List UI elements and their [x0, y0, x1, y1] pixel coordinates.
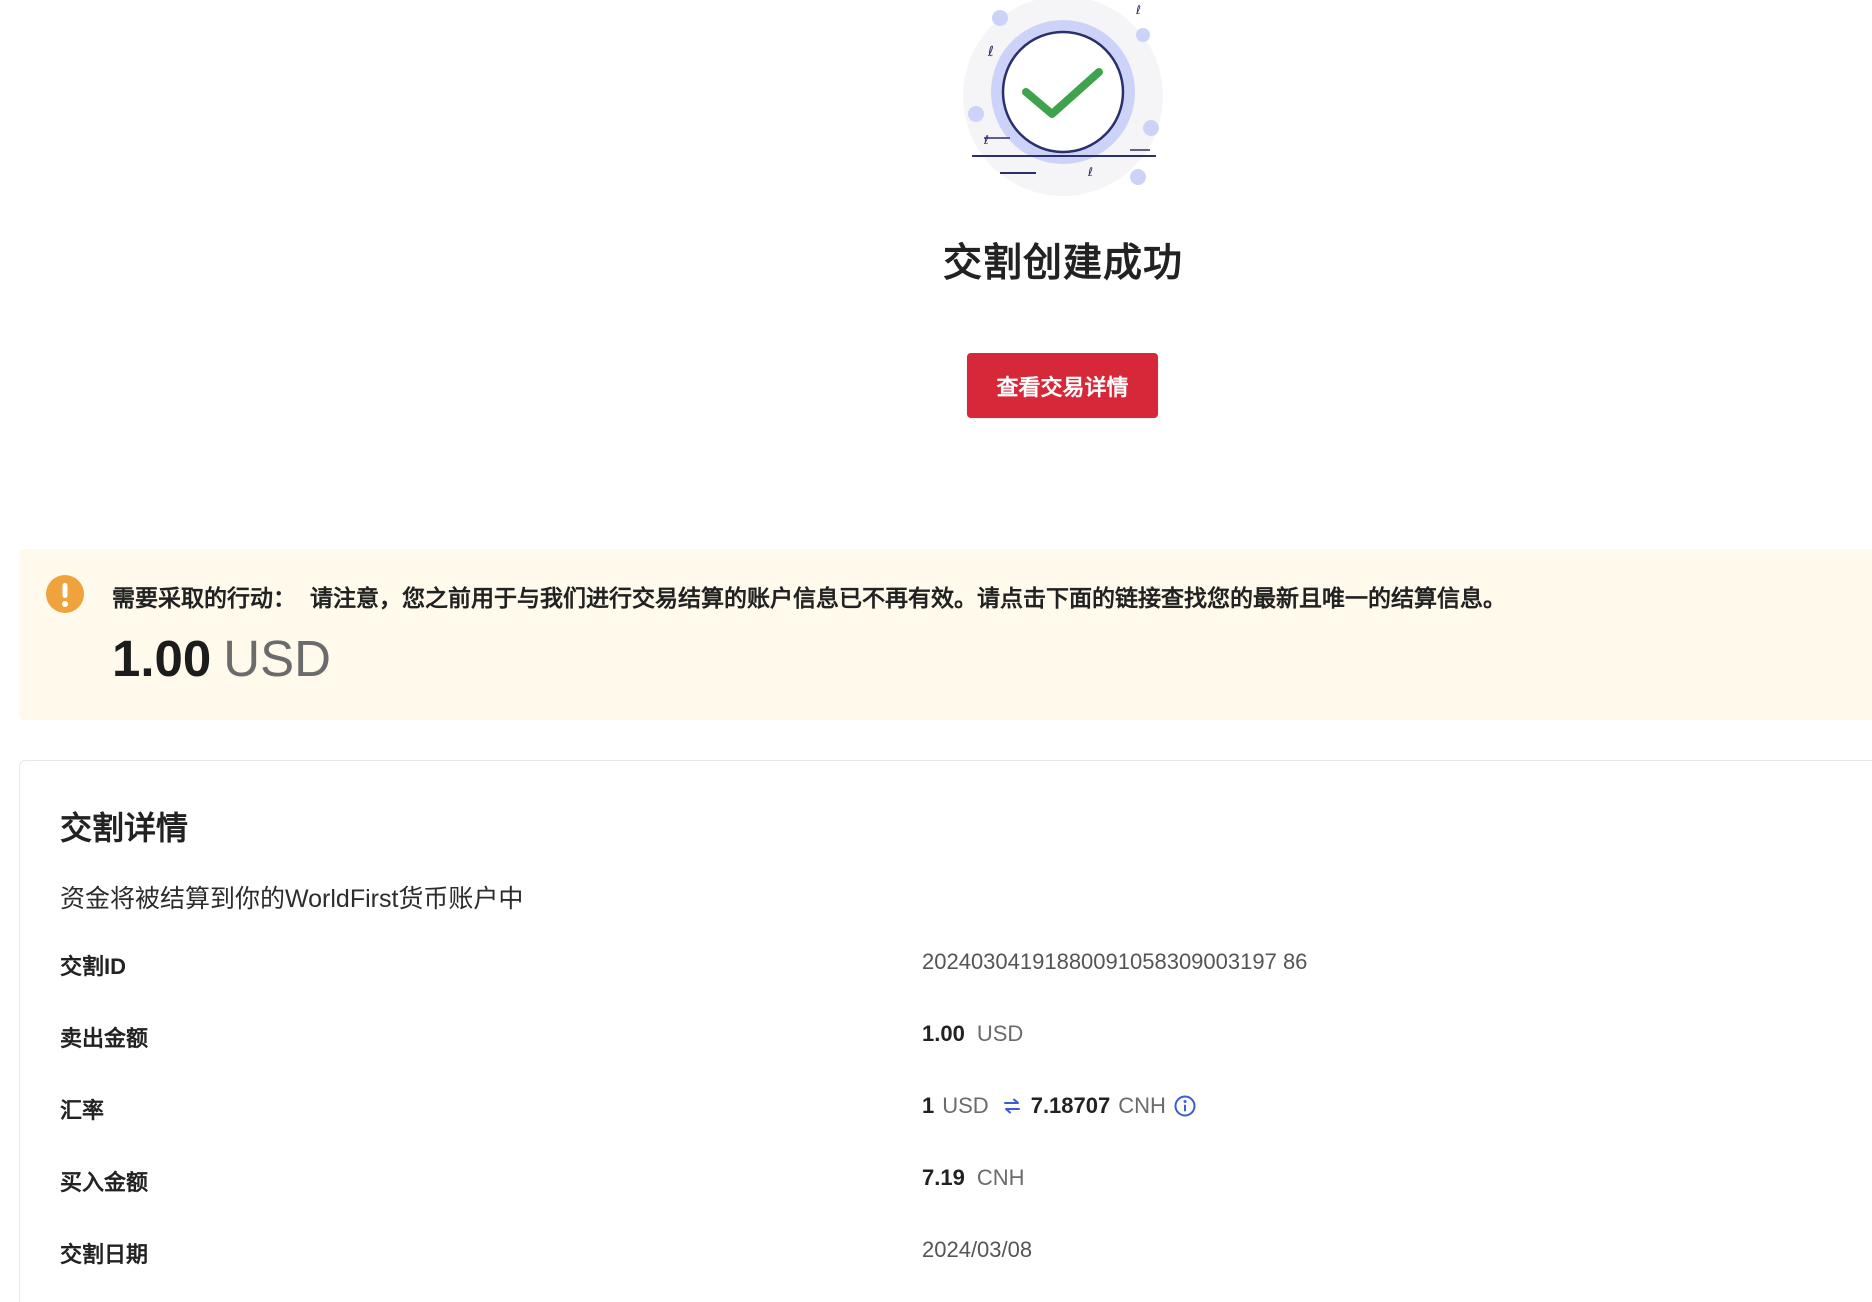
detail-label: 汇率	[60, 1098, 105, 1123]
buy-amount-value: 7.19	[922, 1165, 965, 1190]
rate-from-value: 1	[922, 1093, 935, 1118]
buy-amount-currency: CNH	[976, 1165, 1025, 1190]
detail-label: 交割日期	[60, 1242, 149, 1267]
alert-message: 需要采取的行动： 请注意，您之前用于与我们进行交易结算的账户信息已不再有效。请点击…	[112, 579, 1506, 613]
alert-amount: 1.00 USD	[112, 629, 331, 688]
detail-row-settlement-id: 交割ID 20240304191880091058309003197 86	[60, 949, 1840, 989]
detail-row-date: 交割日期 2024/03/08	[60, 1237, 1840, 1277]
rate-to-value: 7.18707	[1030, 1093, 1111, 1118]
action-required-banner: 需要采取的行动： 请注意，您之前用于与我们进行交易结算的账户信息已不再有效。请点击…	[19, 549, 1872, 720]
sell-amount-value: 1.00	[922, 1021, 965, 1046]
info-icon[interactable]	[1174, 1095, 1196, 1117]
detail-label: 交割ID	[60, 954, 127, 979]
exclamation-icon	[46, 575, 84, 613]
sell-amount-currency: USD	[976, 1021, 1024, 1046]
rate-value-group: 1 USD 7.18707 CNH	[922, 1093, 1196, 1119]
settlement-details-card: 交割详情 资金将被结算到你的WorldFirst货币账户中 交割ID 20240…	[19, 760, 1872, 1302]
svg-text:ℓ: ℓ	[987, 44, 994, 60]
settlement-id-value: 20240304191880091058309003197 86	[922, 949, 1308, 974]
swap-arrows-icon	[1003, 1098, 1021, 1114]
detail-label: 卖出金额	[60, 1026, 149, 1051]
sell-amount-value-group: 1.00 USD	[922, 1021, 1023, 1047]
detail-row-sell-amount: 卖出金额 1.00 USD	[60, 1021, 1840, 1061]
alert-amount-currency: USD	[223, 630, 331, 687]
svg-text:ℓ: ℓ	[1087, 165, 1093, 179]
svg-text:ℓ: ℓ	[1135, 3, 1141, 17]
alert-amount-value: 1.00	[112, 630, 212, 687]
page: ℓ ℓ ℓ ℓ 交割创建成功 查看交易详情 需要采取的行动： 请注意，您之前用于与…	[0, 0, 1872, 1302]
view-transaction-details-button[interactable]: 查看交易详情	[967, 353, 1158, 418]
detail-row-buy-amount: 买入金额 7.19 CNH	[60, 1165, 1840, 1205]
settlement-date-value: 2024/03/08	[922, 1237, 1033, 1262]
alert-label: 需要采取的行动：	[112, 585, 296, 611]
details-title: 交割详情	[60, 810, 189, 846]
svg-text:ℓ: ℓ	[983, 133, 989, 147]
buy-amount-value-group: 7.19 CNH	[922, 1165, 1025, 1191]
page-title: 交割创建成功	[942, 242, 1183, 285]
success-check-icon: ℓ ℓ ℓ ℓ	[963, 0, 1163, 196]
detail-label: 买入金额	[60, 1170, 149, 1195]
rate-from-currency: USD	[942, 1093, 989, 1118]
alert-body: 请注意，您之前用于与我们进行交易结算的账户信息已不再有效。请点击下面的链接查找您…	[310, 585, 1506, 611]
details-subtitle: 资金将被结算到你的WorldFirst货币账户中	[60, 885, 524, 913]
detail-row-rate: 汇率 1 USD 7.18707 CNH	[60, 1093, 1840, 1133]
rate-to-currency: CNH	[1118, 1093, 1166, 1118]
